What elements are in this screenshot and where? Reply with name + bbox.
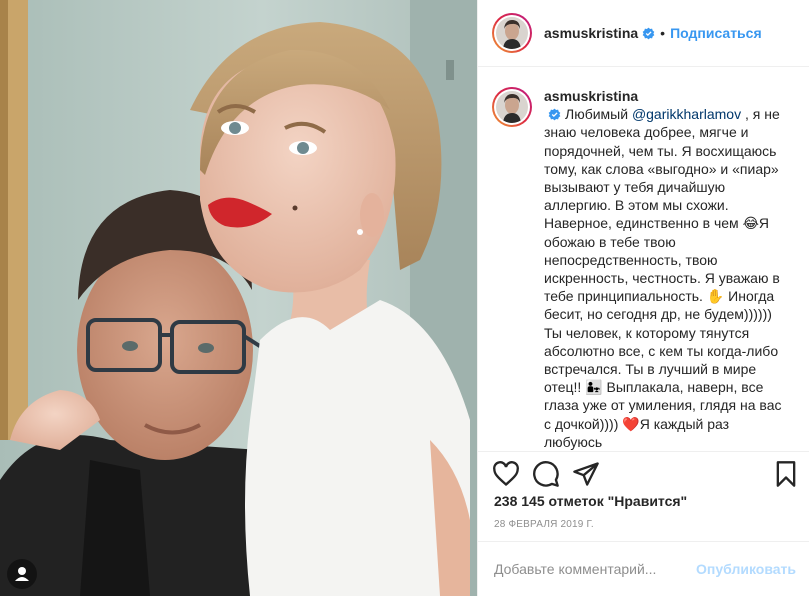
post-side-panel: asmuskristina • Подписаться asmuskristin… [477,0,809,596]
post-header: asmuskristina • Подписаться [478,0,809,67]
caption-body: , я не знаю человека добрее, мягче и пор… [544,106,782,450]
caption-username[interactable]: asmuskristina [544,88,638,104]
comment-icon[interactable] [532,460,560,488]
caption-area: asmuskristina Любимый @garikkharlamov , … [478,67,809,451]
user-tag-icon[interactable] [7,559,37,589]
post-photo[interactable] [0,0,477,596]
follow-button[interactable]: Подписаться [670,25,762,41]
bookmark-icon[interactable] [772,460,800,488]
share-icon[interactable] [572,460,600,488]
post-caption: asmuskristina Любимый @garikkharlamov , … [544,87,789,451]
comment-form: Опубликовать [478,541,809,596]
comment-input[interactable] [494,561,697,577]
post-image [0,0,477,596]
caption-avatar[interactable] [492,87,532,127]
publish-button[interactable]: Опубликовать [696,561,796,577]
post-date[interactable]: 28 ФЕВРАЛЯ 2019 Г. [494,519,594,530]
header-username[interactable]: asmuskristina [544,25,638,41]
likes-count[interactable]: 238 145 отметок "Нравится" [494,493,687,509]
verified-badge-icon [642,27,655,39]
caption-lead: Любимый [565,106,629,123]
caption-mention-link[interactable]: @garikkharlamov [632,106,741,122]
action-bar [478,451,809,496]
heart-icon[interactable] [492,460,520,488]
verified-badge-icon [548,108,561,121]
separator-dot: • [660,25,666,41]
avatar[interactable] [492,13,532,53]
